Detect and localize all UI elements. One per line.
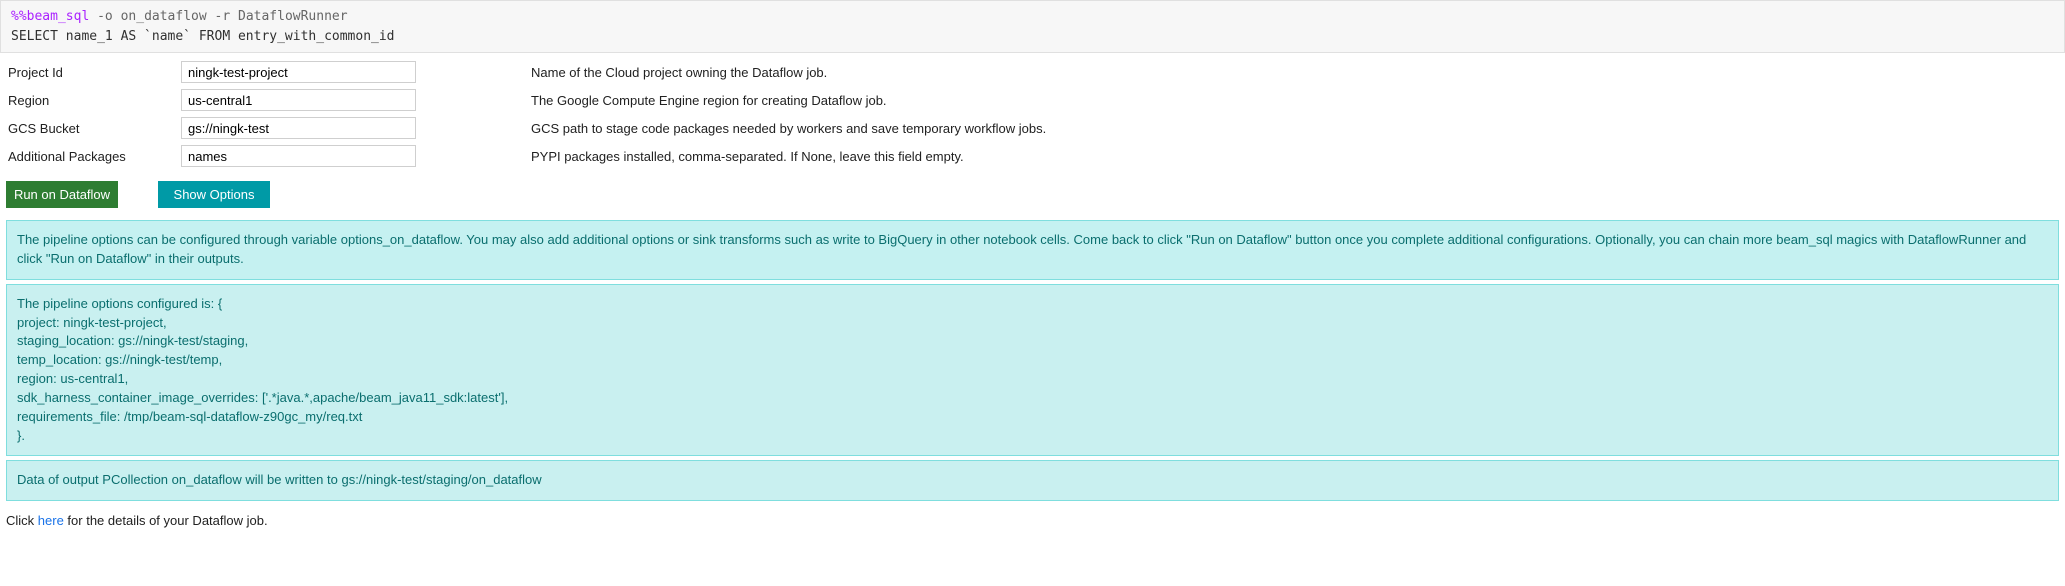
input-project-id[interactable] [181,61,416,83]
info-line: sdk_harness_container_image_overrides: [… [17,389,2048,408]
desc-region: The Google Compute Engine region for cre… [416,93,887,108]
form-row-project-id: Project Id Name of the Cloud project own… [6,61,2059,83]
footer-suffix: for the details of your Dataflow job. [64,513,268,528]
code-sql: SELECT name_1 AS `name` FROM entry_with_… [11,29,395,44]
show-options-button[interactable]: Show Options [158,181,270,208]
code-magic: %%beam_sql [11,9,89,24]
footer-line: Click here for the details of your Dataf… [0,505,2065,532]
desc-project-id: Name of the Cloud project owning the Dat… [416,65,827,80]
form-row-region: Region The Google Compute Engine region … [6,89,2059,111]
input-gcs-bucket[interactable] [181,117,416,139]
form-row-gcs-bucket: GCS Bucket GCS path to stage code packag… [6,117,2059,139]
footer-prefix: Click [6,513,38,528]
desc-additional-packages: PYPI packages installed, comma-separated… [416,149,964,164]
desc-gcs-bucket: GCS path to stage code packages needed b… [416,121,1046,136]
code-flags: -o on_dataflow -r DataflowRunner [97,9,347,24]
info-pipeline-options: The pipeline options configured is: { pr… [6,284,2059,457]
info-line: region: us-central1, [17,370,2048,389]
input-additional-packages[interactable] [181,145,416,167]
info-line: }. [17,427,2048,446]
form-row-additional-packages: Additional Packages PYPI packages instal… [6,145,2059,167]
input-region[interactable] [181,89,416,111]
run-on-dataflow-button[interactable]: Run on Dataflow [6,181,118,208]
button-row: Run on Dataflow Show Options [0,177,2065,216]
label-region: Region [6,93,181,108]
form-area: Project Id Name of the Cloud project own… [0,53,2065,177]
info-line: project: ningk-test-project, [17,314,2048,333]
code-cell[interactable]: %%beam_sql -o on_dataflow -r DataflowRun… [0,0,2065,53]
label-gcs-bucket: GCS Bucket [6,121,181,136]
info-configure-options: The pipeline options can be configured t… [6,220,2059,280]
info-line: temp_location: gs://ningk-test/temp, [17,351,2048,370]
footer-link[interactable]: here [38,513,64,528]
info-line: staging_location: gs://ningk-test/stagin… [17,332,2048,351]
label-additional-packages: Additional Packages [6,149,181,164]
info-line: The pipeline options configured is: { [17,295,2048,314]
info-line: requirements_file: /tmp/beam-sql-dataflo… [17,408,2048,427]
info-output-pcollection: Data of output PCollection on_dataflow w… [6,460,2059,501]
label-project-id: Project Id [6,65,181,80]
